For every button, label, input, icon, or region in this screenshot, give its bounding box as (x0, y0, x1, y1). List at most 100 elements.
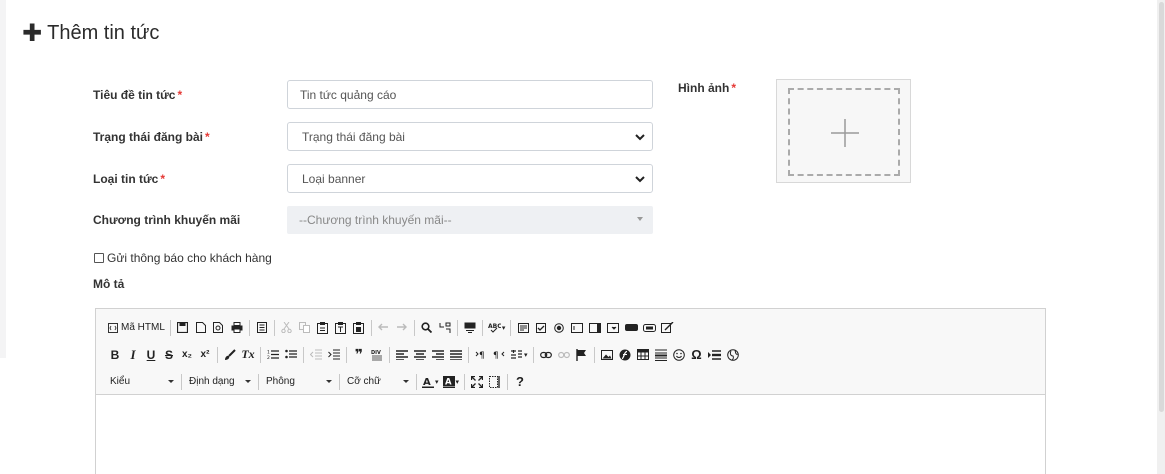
font-size-dropdown[interactable]: Cỡ chữ (343, 373, 413, 391)
anchor-button[interactable] (573, 345, 591, 365)
new-page-button[interactable] (192, 318, 210, 338)
blockquote-button[interactable]: ❞ (350, 345, 368, 365)
help-button[interactable]: ? (511, 372, 529, 392)
templates-button[interactable] (253, 318, 271, 338)
increase-indent-button[interactable] (325, 345, 343, 365)
select-all-icon (464, 322, 476, 333)
redo-button[interactable] (393, 318, 411, 338)
align-center-icon (414, 349, 426, 360)
maximize-button[interactable] (468, 372, 486, 392)
copy-format-button[interactable] (221, 345, 239, 365)
save-button[interactable] (174, 318, 192, 338)
ltr-button[interactable]: ¶ (472, 345, 490, 365)
justify-button[interactable] (447, 345, 465, 365)
select-all-button[interactable] (461, 318, 479, 338)
page-break-button[interactable] (706, 345, 724, 365)
description-label: Mô tả (93, 277, 125, 291)
superscript-button[interactable]: x² (196, 345, 214, 365)
underline-button[interactable]: U (142, 345, 160, 365)
paste-button[interactable] (314, 318, 332, 338)
show-blocks-button[interactable] (486, 372, 504, 392)
smiley-icon (672, 348, 685, 361)
language-button[interactable]: ▾ (508, 345, 530, 365)
rtl-button[interactable]: ¶ (490, 345, 508, 365)
news-type-select[interactable]: Loại banner (287, 164, 653, 193)
page-scrollbar[interactable] (1157, 0, 1165, 474)
toolbar-separator (413, 319, 415, 336)
undo-button[interactable] (375, 318, 393, 338)
align-left-button[interactable] (393, 345, 411, 365)
styles-dropdown[interactable]: Kiểu (106, 373, 178, 391)
plus-icon: ✚ (22, 19, 43, 47)
find-button[interactable] (418, 318, 436, 338)
page-break-icon (708, 349, 722, 360)
card-left-gap (0, 358, 6, 474)
preview-button[interactable] (210, 318, 228, 338)
image-upload-box[interactable] (776, 79, 911, 183)
textarea-button[interactable] (586, 318, 604, 338)
notify-customers-label[interactable]: Gửi thông báo cho khách hàng (107, 251, 272, 265)
radio-button[interactable] (550, 318, 568, 338)
select-field-button[interactable] (604, 318, 622, 338)
checkbox-icon (536, 322, 547, 333)
outdent-icon (310, 349, 322, 360)
textfield-button[interactable] (568, 318, 586, 338)
strikethrough-button[interactable]: S (160, 345, 178, 365)
checkbox-button[interactable] (532, 318, 550, 338)
form-button[interactable] (514, 318, 532, 338)
decrease-indent-button[interactable] (307, 345, 325, 365)
notify-customers-checkbox[interactable] (94, 253, 104, 263)
subscript-button[interactable]: x₂ (178, 345, 196, 365)
iframe-button[interactable] (724, 345, 742, 365)
print-button[interactable] (228, 318, 246, 338)
table-button[interactable] (634, 345, 652, 365)
bulleted-list-button[interactable] (282, 345, 300, 365)
format-dropdown[interactable]: Định dạng (185, 373, 255, 391)
cut-button[interactable] (278, 318, 296, 338)
image-insert-button[interactable] (598, 345, 616, 365)
replace-button[interactable] (436, 318, 454, 338)
svg-text:ABC: ABC (488, 323, 501, 330)
horizontal-rule-button[interactable] (652, 345, 670, 365)
paste-text-button[interactable] (332, 318, 350, 338)
italic-button[interactable]: I (124, 345, 142, 365)
copy-button[interactable] (296, 318, 314, 338)
scrollbar-thumb[interactable] (1159, 2, 1164, 412)
toolbar-separator (593, 346, 595, 363)
text-color-button[interactable]: A ▾ (420, 372, 441, 392)
language-icon (511, 350, 522, 359)
flash-button[interactable] (616, 345, 634, 365)
paste-word-icon (353, 321, 365, 334)
news-title-input[interactable]: Tin tức quảng cáo (287, 80, 653, 109)
special-char-button[interactable]: Ω (688, 345, 706, 365)
div-container-button[interactable]: DIV (368, 345, 386, 365)
toolbar-separator (468, 346, 469, 363)
link-button[interactable] (537, 345, 555, 365)
toolbar-row-1: Mã HTML ABC ▾ (106, 314, 1045, 341)
link-icon (539, 351, 552, 358)
bold-button[interactable]: B (106, 345, 124, 365)
numbered-list-button[interactable]: 12 (264, 345, 282, 365)
hidden-field-button[interactable] (658, 318, 676, 338)
promo-value: --Chương trình khuyến mãi-- (299, 213, 452, 227)
unlink-button[interactable] (555, 345, 573, 365)
toolbar-separator (181, 373, 182, 390)
remove-format-button[interactable]: Tx (239, 345, 257, 365)
source-button[interactable]: Mã HTML (106, 318, 167, 338)
smiley-button[interactable] (670, 345, 688, 365)
background-color-button[interactable]: A ▾ (441, 372, 462, 392)
button-field-button[interactable] (622, 318, 640, 338)
brush-icon (225, 348, 236, 360)
align-center-button[interactable] (411, 345, 429, 365)
image-button-icon (642, 323, 656, 332)
image-button-field-button[interactable] (640, 318, 658, 338)
post-status-select[interactable]: Trạng thái đăng bài (287, 122, 653, 151)
image-dropzone[interactable] (788, 88, 900, 176)
font-dropdown[interactable]: Phông (262, 373, 336, 391)
editor-content-area[interactable] (96, 395, 1045, 474)
spellcheck-button[interactable]: ABC ▾ (486, 318, 508, 338)
promo-select: --Chương trình khuyến mãi-- (287, 206, 653, 234)
svg-text:¶: ¶ (493, 351, 499, 360)
paste-word-button[interactable] (350, 318, 368, 338)
align-right-button[interactable] (429, 345, 447, 365)
